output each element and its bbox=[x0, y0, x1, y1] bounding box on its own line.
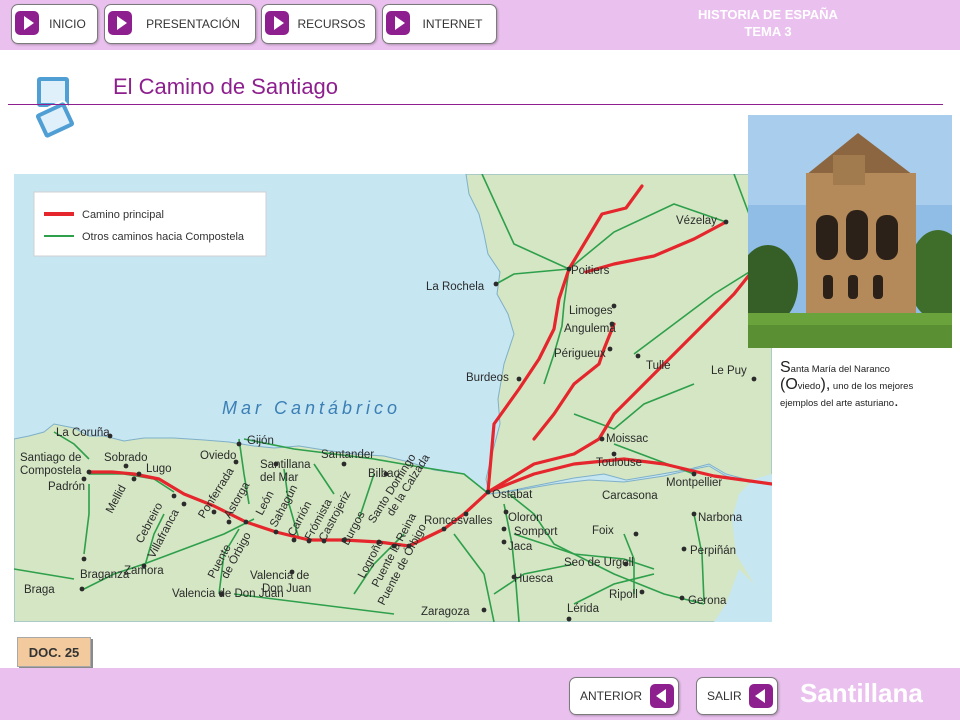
page-title: El Camino de Santiago bbox=[113, 74, 339, 99]
place-tulle: Tulle bbox=[646, 360, 671, 372]
document-stack-icon bbox=[33, 75, 77, 140]
photo-caption: Santa María del Naranco (Oviedo), uno de… bbox=[780, 360, 930, 411]
nav-internet-button[interactable]: INTERNET bbox=[382, 4, 497, 44]
caption-initial-2: O bbox=[785, 376, 798, 393]
caption-initial: S bbox=[780, 359, 791, 376]
map-legend: Camino principal Otros caminos hacia Com… bbox=[33, 191, 267, 257]
place-ripoll: Ripoll bbox=[609, 589, 638, 601]
title-divider bbox=[8, 104, 943, 105]
place-somport: Somport bbox=[514, 526, 558, 538]
place-la-coruna: La Coruña bbox=[56, 427, 110, 439]
place-moissac: Moissac bbox=[606, 433, 648, 445]
place-seo-de-urgell: Seo de Urgell bbox=[564, 557, 634, 569]
salir-button[interactable]: SALIR bbox=[696, 677, 778, 715]
place-limoges: Limoges bbox=[569, 305, 613, 317]
caption-paren-close: ), bbox=[820, 376, 831, 393]
place-montpellier: Montpellier bbox=[666, 477, 722, 489]
place-oloron: Oloron bbox=[508, 512, 543, 524]
place-huesca: Huesca bbox=[514, 573, 554, 585]
place-poitiers: Poitiers bbox=[571, 265, 610, 277]
place-oviedo: Oviedo bbox=[200, 450, 236, 462]
legend-other-label: Otros caminos hacia Compostela bbox=[82, 231, 245, 243]
place-ostabat: Ostabat bbox=[492, 489, 533, 501]
place-toulouse: Toulouse bbox=[596, 457, 642, 469]
place-angulema: Angulema bbox=[564, 323, 616, 335]
place-gijon: Gijón bbox=[247, 435, 274, 447]
place-santiago: Santiago de Compostela bbox=[20, 452, 82, 477]
play-arrow-icon bbox=[15, 11, 39, 35]
subject-line-1: HISTORIA DE ESPAÑA bbox=[698, 7, 838, 22]
camino-map: Camino principal Otros caminos hacia Com… bbox=[14, 174, 772, 622]
caption-period: . bbox=[894, 393, 899, 410]
play-arrow-icon bbox=[386, 11, 410, 35]
place-carcasona: Carcasona bbox=[602, 490, 658, 502]
place-oporto: Braga bbox=[24, 584, 55, 596]
back-arrow-icon bbox=[650, 684, 674, 708]
place-zaragoza: Zaragoza bbox=[421, 606, 470, 618]
place-vezelay: Vézelay bbox=[676, 215, 717, 227]
place-braga: Braganza bbox=[80, 569, 130, 581]
place-narbona: Narbona bbox=[698, 512, 743, 524]
place-la-rochela: La Rochela bbox=[426, 281, 485, 293]
place-le-puy: Le Puy bbox=[711, 365, 747, 377]
place-foix: Foix bbox=[592, 525, 614, 537]
doc-label: DOC. 25 bbox=[17, 637, 91, 667]
play-arrow-icon bbox=[265, 11, 289, 35]
nav-recursos-button[interactable]: RECURSOS bbox=[261, 4, 376, 44]
naranco-photo bbox=[748, 115, 952, 348]
nav-presentacion-button[interactable]: PRESENTACIÓN bbox=[104, 4, 256, 44]
caption-line-1: anta María del Naranco bbox=[790, 364, 890, 375]
subject-line-2: TEMA 3 bbox=[744, 24, 792, 39]
place-perpinan: Perpiñán bbox=[690, 545, 736, 557]
caption-line-2: viedo bbox=[797, 381, 821, 392]
legend-main-label: Camino principal bbox=[82, 209, 164, 221]
place-burdeos: Burdeos bbox=[466, 372, 509, 384]
anterior-label: ANTERIOR bbox=[580, 689, 643, 703]
nav-inicio-label: INICIO bbox=[49, 17, 86, 31]
nav-inicio-button[interactable]: INICIO bbox=[11, 4, 98, 44]
place-gerona: Gerona bbox=[688, 595, 727, 607]
place-padron: Padrón bbox=[48, 481, 85, 493]
place-perigueux: Périgueux bbox=[554, 348, 606, 360]
place-roncesvalles: Roncesvalles bbox=[424, 515, 493, 527]
map-svg: Camino principal Otros caminos hacia Com… bbox=[14, 174, 772, 622]
salir-label: SALIR bbox=[707, 689, 742, 703]
place-lerida: Lérida bbox=[567, 603, 600, 615]
sea-label: Mar Cantábrico bbox=[222, 398, 401, 418]
place-lugo: Lugo bbox=[146, 463, 172, 475]
anterior-button[interactable]: ANTERIOR bbox=[569, 677, 679, 715]
play-arrow-icon bbox=[108, 11, 132, 35]
nav-recursos-label: RECURSOS bbox=[297, 17, 366, 31]
back-arrow-icon bbox=[749, 684, 773, 708]
subject-title: HISTORIA DE ESPAÑA TEMA 3 bbox=[668, 6, 868, 40]
place-jaca: Jaca bbox=[508, 541, 533, 553]
place-sobrado: Sobrado bbox=[104, 452, 147, 464]
nav-internet-label: INTERNET bbox=[422, 17, 483, 31]
brand-logo: Santillana bbox=[800, 678, 923, 708]
nav-presentacion-label: PRESENTACIÓN bbox=[146, 17, 240, 31]
place-santander: Santander bbox=[321, 449, 374, 461]
